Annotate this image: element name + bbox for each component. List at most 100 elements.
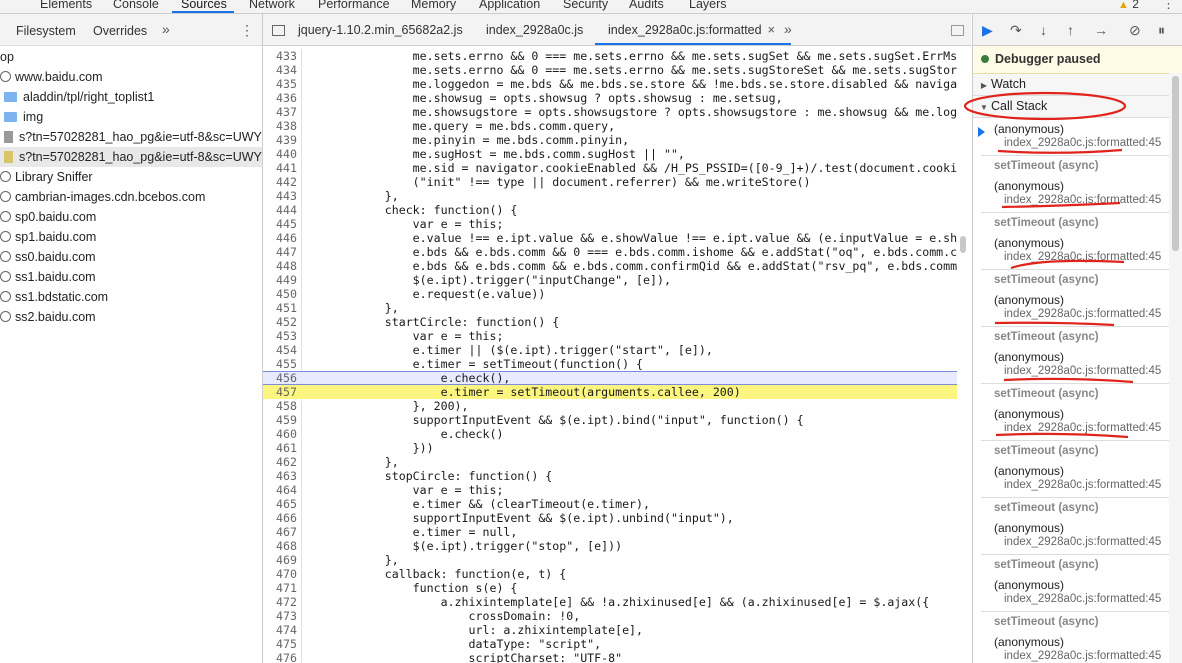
- code-line[interactable]: 465 e.timer && (clearTimeout(e.timer),: [263, 497, 957, 511]
- stack-frame-location[interactable]: index_2928a0c.js:formatted:45: [1004, 422, 1161, 434]
- stack-frame-name[interactable]: (anonymous): [994, 236, 1064, 250]
- code-line[interactable]: 436 me.showsug = opts.showsug ? opts.sho…: [263, 91, 957, 105]
- code-line[interactable]: 466 supportInputEvent && $(e.ipt).unbind…: [263, 511, 957, 525]
- line-number[interactable]: 453: [263, 329, 301, 343]
- line-number[interactable]: 447: [263, 245, 301, 259]
- editor-scrollbar[interactable]: [960, 236, 966, 253]
- tree-item-domain[interactable]: ss1.bdstatic.com: [0, 287, 108, 307]
- line-number[interactable]: 452: [263, 315, 301, 329]
- tab-console[interactable]: Console: [113, 0, 159, 11]
- code-line[interactable]: 473 crossDomain: !0,: [263, 609, 957, 623]
- line-number[interactable]: 458: [263, 399, 301, 413]
- stack-frame-location[interactable]: index_2928a0c.js:formatted:45: [1004, 365, 1161, 377]
- stack-frame-location[interactable]: index_2928a0c.js:formatted:45: [1004, 536, 1161, 548]
- tree-item-file-selected[interactable]: s?tn=57028281_hao_pg&ie=utf-8&sc=UWYd: [0, 147, 262, 167]
- code-line[interactable]: 449 $(e.ipt).trigger("inputChange", [e])…: [263, 273, 957, 287]
- code-line[interactable]: 471 function s(e) {: [263, 581, 957, 595]
- code-line[interactable]: 463 stopCircle: function() {: [263, 469, 957, 483]
- step-out-icon[interactable]: ↑: [1067, 22, 1074, 38]
- tab-security[interactable]: Security: [563, 0, 608, 11]
- line-number[interactable]: 474: [263, 623, 301, 637]
- line-number[interactable]: 438: [263, 119, 301, 133]
- line-number[interactable]: 448: [263, 259, 301, 273]
- line-number[interactable]: 443: [263, 189, 301, 203]
- tree-item-domain[interactable]: ss1.baidu.com: [0, 267, 96, 287]
- line-number[interactable]: 463: [263, 469, 301, 483]
- code-line[interactable]: 438 me.query = me.bds.comm.query,: [263, 119, 957, 133]
- toggle-debugger-icon[interactable]: [951, 25, 964, 36]
- tree-item-top[interactable]: op: [0, 47, 14, 67]
- code-line[interactable]: 462 },: [263, 455, 957, 469]
- line-number[interactable]: 433: [263, 49, 301, 63]
- step-over-icon[interactable]: ↷: [1010, 22, 1022, 39]
- line-number[interactable]: 461: [263, 441, 301, 455]
- stack-frame-name[interactable]: (anonymous): [994, 350, 1064, 364]
- code-view[interactable]: 433 me.sets.errno && 0 === me.sets.errno…: [263, 49, 957, 663]
- line-number[interactable]: 471: [263, 581, 301, 595]
- more-tabs-icon[interactable]: »: [162, 21, 170, 37]
- stack-frame-name[interactable]: (anonymous): [994, 464, 1064, 478]
- code-line[interactable]: 437 me.showsugstore = opts.showsugstore …: [263, 105, 957, 119]
- resume-icon[interactable]: ▶︎: [982, 22, 993, 39]
- code-line[interactable]: 467 e.timer = null,: [263, 525, 957, 539]
- stack-frame-name[interactable]: (anonymous): [994, 293, 1064, 307]
- code-line[interactable]: 459 supportInputEvent && $(e.ipt).bind("…: [263, 413, 957, 427]
- code-line[interactable]: 454 e.timer || ($(e.ipt).trigger("start"…: [263, 343, 957, 357]
- tree-item-file[interactable]: s?tn=57028281_hao_pg&ie=utf-8&sc=UWYd: [4, 127, 262, 147]
- tab-overrides[interactable]: Overrides: [93, 24, 147, 38]
- stack-frame-name[interactable]: (anonymous): [994, 179, 1064, 193]
- line-number[interactable]: 459: [263, 413, 301, 427]
- code-line[interactable]: 458 }, 200),: [263, 399, 957, 413]
- step-icon[interactable]: →: [1094, 22, 1108, 38]
- editor-tab-jquery[interactable]: jquery-1.10.2.min_65682a2.js: [298, 23, 463, 37]
- line-number[interactable]: 465: [263, 497, 301, 511]
- stack-frame-name[interactable]: (anonymous): [994, 521, 1064, 535]
- code-line[interactable]: 455 e.timer = setTimeout(function() {: [263, 357, 957, 371]
- code-line[interactable]: 439 me.pinyin = me.bds.comm.pinyin,: [263, 133, 957, 147]
- line-number[interactable]: 449: [263, 273, 301, 287]
- code-line[interactable]: 435 me.loggedon = me.bds && me.bds.se.st…: [263, 77, 957, 91]
- tree-item-folder[interactable]: aladdin/tpl/right_toplist1: [4, 87, 154, 107]
- code-line[interactable]: 469 },: [263, 553, 957, 567]
- line-number[interactable]: 460: [263, 427, 301, 441]
- line-number[interactable]: 446: [263, 231, 301, 245]
- stack-frame-location[interactable]: index_2928a0c.js:formatted:45: [1004, 251, 1161, 263]
- tree-item-domain[interactable]: ss2.baidu.com: [0, 307, 96, 327]
- stack-frame-name[interactable]: (anonymous): [994, 407, 1064, 421]
- stack-frame-location[interactable]: index_2928a0c.js:formatted:45: [1004, 308, 1161, 320]
- line-number[interactable]: 457: [263, 385, 301, 399]
- line-number[interactable]: 442: [263, 175, 301, 189]
- code-line[interactable]: 468 $(e.ipt).trigger("stop", [e])): [263, 539, 957, 553]
- stack-frame-name[interactable]: (anonymous): [994, 578, 1064, 592]
- line-number[interactable]: 445: [263, 217, 301, 231]
- code-line[interactable]: 457 e.timer = setTimeout(arguments.calle…: [263, 385, 957, 399]
- line-number[interactable]: 466: [263, 511, 301, 525]
- line-number[interactable]: 441: [263, 161, 301, 175]
- toggle-navigator-icon[interactable]: [272, 25, 285, 36]
- line-number[interactable]: 436: [263, 91, 301, 105]
- tree-item-folder[interactable]: img: [4, 107, 43, 127]
- line-number[interactable]: 476: [263, 651, 301, 663]
- code-line[interactable]: 433 me.sets.errno && 0 === me.sets.errno…: [263, 49, 957, 63]
- code-line[interactable]: 452 startCircle: function() {: [263, 315, 957, 329]
- code-line[interactable]: 464 var e = this;: [263, 483, 957, 497]
- code-line[interactable]: 475 dataType: "script",: [263, 637, 957, 651]
- stack-frame-location[interactable]: index_2928a0c.js:formatted:45: [1004, 593, 1161, 605]
- code-line[interactable]: 447 e.bds && e.bds.comm && 0 === e.bds.c…: [263, 245, 957, 259]
- code-line[interactable]: 453 var e = this;: [263, 329, 957, 343]
- stack-frame-location[interactable]: index_2928a0c.js:formatted:45: [1004, 479, 1161, 491]
- tree-item-domain[interactable]: Library Sniffer: [0, 167, 93, 187]
- code-line[interactable]: 456 e.check(),: [263, 371, 957, 385]
- code-line[interactable]: 441 me.sid = navigator.cookieEnabled && …: [263, 161, 957, 175]
- editor-tab-index-formatted[interactable]: index_2928a0c.js:formatted ×: [608, 23, 775, 37]
- deactivate-breakpoints-icon[interactable]: ⊘: [1129, 22, 1141, 39]
- devtools-menu-icon[interactable]: ⋮: [1162, 0, 1175, 12]
- code-line[interactable]: 448 e.bds && e.bds.comm && e.bds.comm.co…: [263, 259, 957, 273]
- line-number[interactable]: 467: [263, 525, 301, 539]
- tree-item-domain[interactable]: ss0.baidu.com: [0, 247, 96, 267]
- line-number[interactable]: 454: [263, 343, 301, 357]
- line-number[interactable]: 472: [263, 595, 301, 609]
- tab-memory[interactable]: Memory: [411, 0, 456, 11]
- line-number[interactable]: 475: [263, 637, 301, 651]
- line-number[interactable]: 470: [263, 567, 301, 581]
